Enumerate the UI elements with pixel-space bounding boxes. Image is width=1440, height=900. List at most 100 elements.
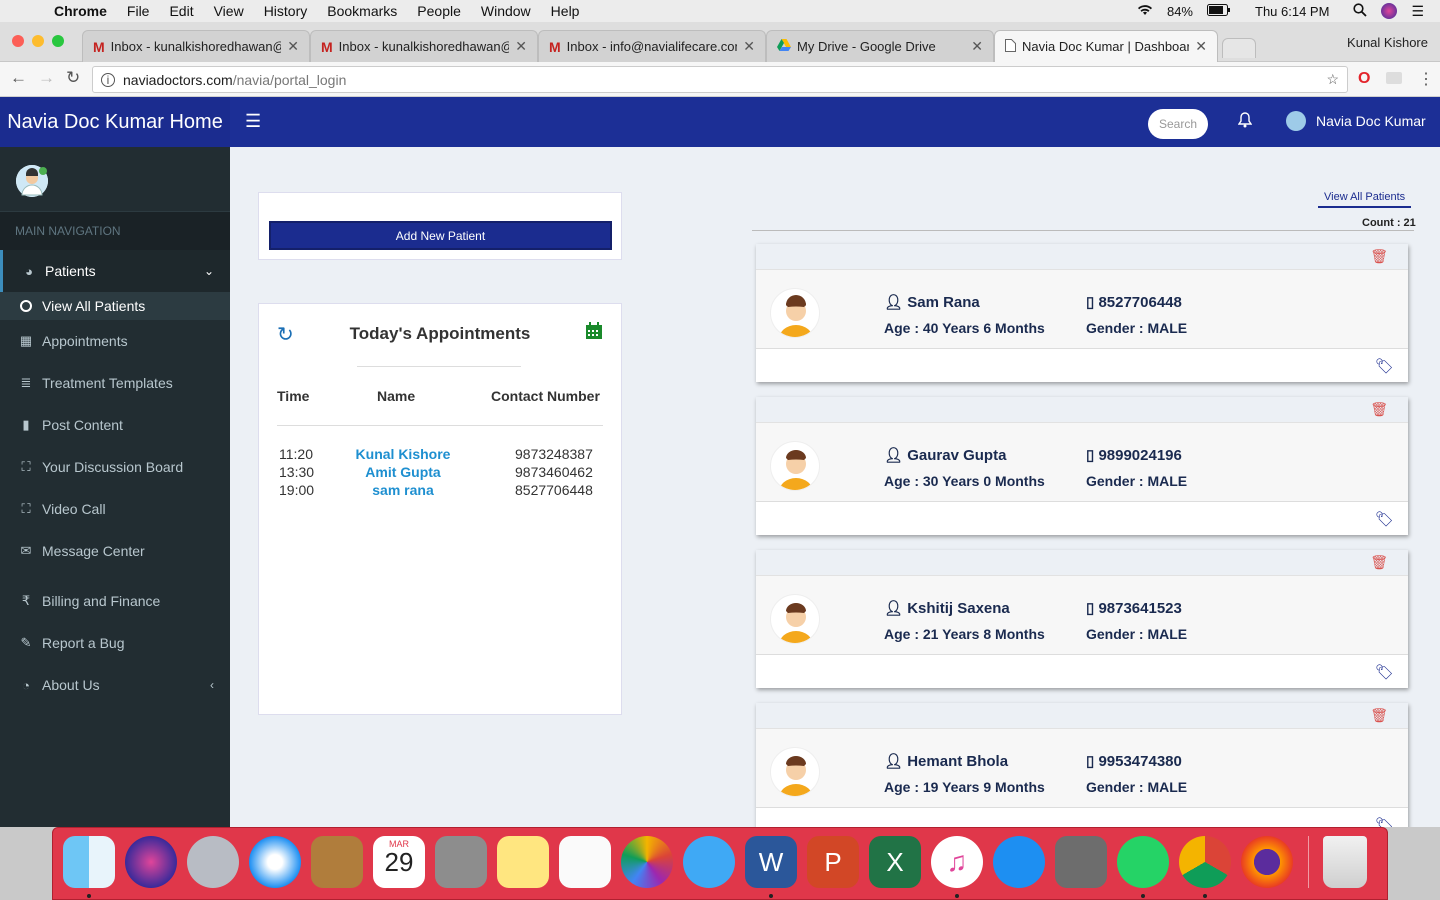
menu-bookmarks[interactable]: Bookmarks: [327, 3, 397, 19]
tab-inbox-1[interactable]: M Inbox - kunalkishoredhawan@ ✕: [82, 30, 310, 62]
back-icon[interactable]: ←: [10, 68, 27, 88]
sidebar-item-patients[interactable]: ◕ Patients ⌄: [0, 250, 230, 292]
add-new-patient-button[interactable]: Add New Patient: [269, 221, 612, 250]
tab-inbox-3[interactable]: M Inbox - info@navialifecare.com ✕: [538, 30, 766, 62]
siri-icon[interactable]: [1381, 3, 1398, 19]
patient-name[interactable]: 👤︎ Sam Rana: [884, 293, 980, 311]
tab-google-drive[interactable]: My Drive - Google Drive ✕: [766, 30, 994, 62]
patient-name[interactable]: 👤︎ Gaurav Gupta: [884, 446, 1006, 464]
contacts-icon[interactable]: [311, 836, 363, 888]
tags-icon[interactable]: 🏷︎: [1375, 816, 1394, 827]
messages-icon[interactable]: [683, 836, 735, 888]
close-tab-icon[interactable]: ✕: [743, 38, 755, 55]
bell-icon[interactable]: [1237, 112, 1253, 132]
word-icon[interactable]: W: [745, 836, 797, 888]
close-tab-icon[interactable]: ✕: [971, 38, 983, 55]
close-tab-icon[interactable]: ✕: [287, 38, 299, 55]
patient-card[interactable]: 🗑 👤︎ Hemant Bhola Age : 19 Years 9 Month…: [756, 703, 1408, 827]
patient-name-text: Hemant Bhola: [907, 753, 1009, 770]
reminders-icon[interactable]: [559, 836, 611, 888]
menu-help[interactable]: Help: [551, 3, 580, 19]
appointment-patient-link[interactable]: Amit Gupta: [339, 464, 467, 480]
close-tab-icon[interactable]: ✕: [1195, 38, 1207, 55]
firefox-icon[interactable]: [1241, 836, 1293, 888]
bookmark-star-icon[interactable]: ☆: [1326, 71, 1339, 88]
new-tab-button[interactable]: [1222, 38, 1256, 58]
reload-icon[interactable]: ↻: [66, 68, 80, 88]
view-all-patients-link[interactable]: View All Patients: [1318, 191, 1412, 208]
chrome-icon[interactable]: [1179, 836, 1231, 888]
launchpad-icon[interactable]: [187, 836, 239, 888]
sidebar-item-about-us[interactable]: ◔ About Us ‹: [0, 664, 230, 706]
tags-icon[interactable]: 🏷︎: [1375, 663, 1394, 681]
sidebar-item-report-bug[interactable]: ✎ Report a Bug: [0, 622, 230, 664]
spotlight-icon[interactable]: [1353, 2, 1368, 20]
tab-inbox-2[interactable]: M Inbox - kunalkishoredhawan@ ✕: [310, 30, 538, 62]
zoom-window-button[interactable]: [52, 35, 64, 47]
menu-edit[interactable]: Edit: [169, 3, 193, 19]
itunes-icon[interactable]: ♫: [931, 836, 983, 888]
sidebar-item-view-all-patients[interactable]: View All Patients: [0, 292, 230, 320]
safari-icon[interactable]: [249, 836, 301, 888]
menu-app-name[interactable]: Chrome: [54, 3, 107, 19]
menu-people[interactable]: People: [417, 3, 461, 19]
whatsapp-icon[interactable]: [1117, 836, 1169, 888]
trash-icon[interactable]: 🗑: [1370, 248, 1388, 265]
sidebar-item-post-content[interactable]: ▮ Post Content: [0, 404, 230, 446]
calendar-icon[interactable]: [585, 322, 603, 345]
powerpoint-icon[interactable]: P: [807, 836, 859, 888]
menu-file[interactable]: File: [127, 3, 150, 19]
finder-icon[interactable]: [63, 836, 115, 888]
brand-title[interactable]: Navia Doc Kumar Home: [0, 97, 230, 147]
patient-name[interactable]: 👤︎ Kshitij Saxena: [884, 599, 1010, 617]
minimize-window-button[interactable]: [32, 35, 44, 47]
patient-card[interactable]: 🗑 👤︎ Kshitij Saxena Age : 21 Years 8 Mon…: [756, 550, 1408, 688]
notification-center-icon[interactable]: ☰: [1411, 3, 1424, 20]
sidebar-item-video-call[interactable]: ⛶ Video Call: [0, 488, 230, 530]
hamburger-menu-icon[interactable]: ☰: [245, 111, 261, 132]
forward-icon[interactable]: →: [38, 68, 55, 88]
appointment-patient-link[interactable]: sam rana: [339, 482, 467, 498]
cast-extension-icon[interactable]: [1386, 72, 1402, 84]
appointment-patient-link[interactable]: Kunal Kishore: [339, 446, 467, 462]
photos-icon[interactable]: [621, 836, 673, 888]
app-store-icon[interactable]: [993, 836, 1045, 888]
siri-icon[interactable]: [125, 836, 177, 888]
battery-icon[interactable]: [1207, 3, 1231, 19]
chrome-menu-icon[interactable]: ⋮: [1418, 69, 1434, 89]
tags-icon[interactable]: 🏷︎: [1375, 357, 1394, 375]
system-preferences-icon[interactable]: [1055, 836, 1107, 888]
menu-view[interactable]: View: [214, 3, 244, 19]
patient-card[interactable]: 🗑 👤︎ Gaurav Gupta Age : 30 Years 0 Month…: [756, 397, 1408, 535]
trash-icon[interactable]: [1323, 836, 1367, 888]
trash-icon[interactable]: 🗑: [1370, 401, 1388, 418]
patient-card[interactable]: 🗑 👤︎ Sam Rana Age : 40 Years 6 Months ▯ …: [756, 244, 1408, 382]
sidebar-item-billing[interactable]: ₹ Billing and Finance: [0, 580, 230, 622]
sidebar-item-discussion-board[interactable]: ⛶ Your Discussion Board: [0, 446, 230, 488]
opera-extension-icon[interactable]: O: [1358, 70, 1370, 88]
sidebar-item-appointments[interactable]: ▦ Appointments: [0, 320, 230, 362]
appointments-title: Today's Appointments: [349, 324, 531, 343]
info-icon[interactable]: i: [101, 72, 115, 87]
menu-window[interactable]: Window: [481, 3, 531, 19]
tab-dashboard[interactable]: Navia Doc Kumar | Dashboard ✕: [994, 30, 1218, 62]
wifi-icon[interactable]: [1137, 4, 1153, 19]
url-field[interactable]: i naviadoctors.com/navia/portal_login ☆: [92, 66, 1348, 93]
user-menu[interactable]: Navia Doc Kumar: [1286, 111, 1426, 131]
trash-icon[interactable]: 🗑: [1370, 707, 1388, 724]
sidebar-item-message-center[interactable]: ✉ Message Center: [0, 530, 230, 572]
calendar-app-icon[interactable]: MAR 29: [373, 836, 425, 888]
close-window-button[interactable]: [12, 35, 24, 47]
sidebar-item-treatment-templates[interactable]: ≣ Treatment Templates: [0, 362, 230, 404]
calculator-icon[interactable]: [435, 836, 487, 888]
close-tab-icon[interactable]: ✕: [515, 38, 527, 55]
clock[interactable]: Thu 6:14 PM: [1255, 4, 1329, 19]
notes-icon[interactable]: [497, 836, 549, 888]
tags-icon[interactable]: 🏷︎: [1375, 510, 1394, 528]
excel-icon[interactable]: X: [869, 836, 921, 888]
chrome-profile-name[interactable]: Kunal Kishore: [1347, 35, 1428, 50]
search-input[interactable]: Search: [1148, 109, 1208, 139]
patient-name[interactable]: 👤︎ Hemant Bhola: [884, 752, 1008, 770]
trash-icon[interactable]: 🗑: [1370, 554, 1388, 571]
menu-history[interactable]: History: [264, 3, 308, 19]
